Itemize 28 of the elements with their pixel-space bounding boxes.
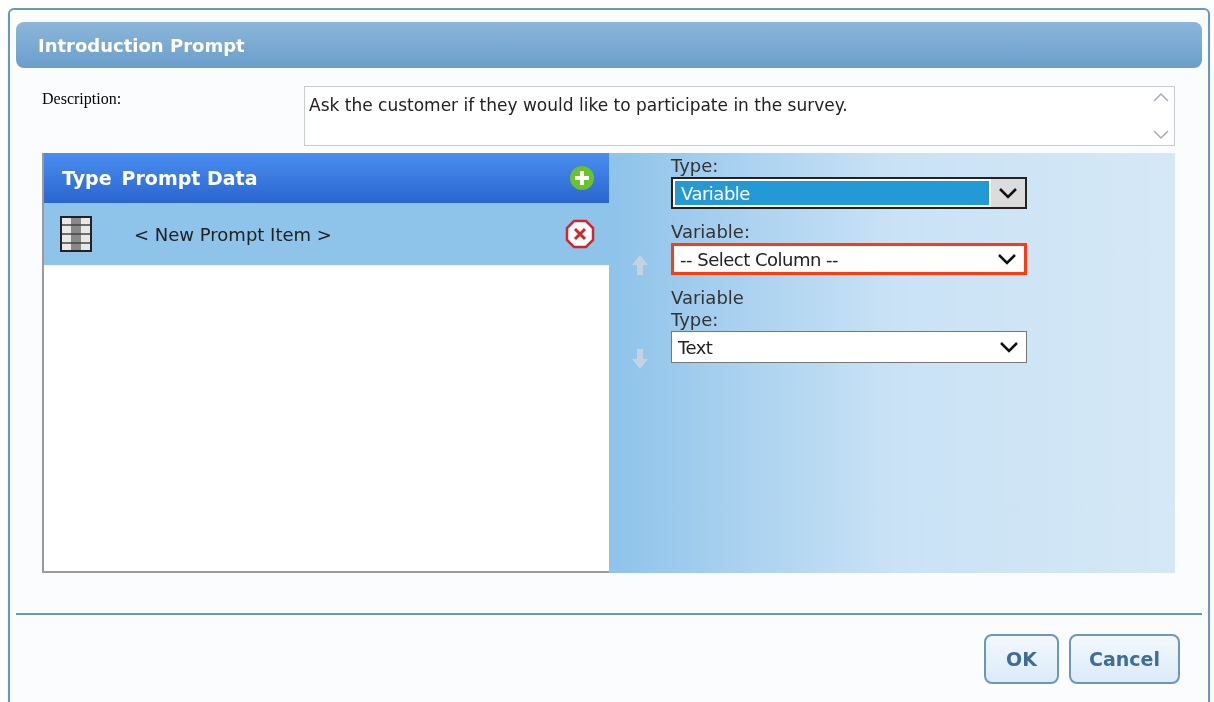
dropdown[interactable]: -- Select Column --	[671, 243, 1027, 275]
item-label: < New Prompt Item >	[134, 222, 333, 247]
field-label: Type:	[671, 155, 720, 177]
dropdown[interactable]: Text	[671, 331, 1027, 363]
down-arrow-icon[interactable]	[630, 347, 650, 371]
add-icon[interactable]	[569, 165, 595, 191]
up-arrow-icon[interactable]	[630, 253, 650, 277]
field-label: Variable:	[671, 221, 751, 243]
dropdown-value: Text	[677, 335, 714, 360]
column-header: Prompt Data	[121, 165, 259, 191]
dialog-button[interactable]: OK	[984, 634, 1060, 684]
chevron-down-icon	[997, 253, 1017, 265]
chevron-down-icon	[998, 187, 1018, 199]
window-title: Introduction Prompt	[38, 33, 245, 58]
chevron-down-icon	[999, 341, 1019, 353]
description-field[interactable]: Ask the customer if they would like to participate in the survey.	[304, 86, 1175, 146]
film-icon	[60, 216, 92, 252]
dropdown-value: -- Select Column --	[679, 247, 840, 272]
delete-icon[interactable]	[565, 219, 595, 249]
column-header: Type	[62, 165, 112, 191]
dialog-button[interactable]: Cancel	[1069, 634, 1180, 684]
description-label: Description:	[42, 89, 123, 110]
description-text: Ask the customer if they would like to participate in the survey.	[308, 94, 849, 117]
field-label: Variable Type:	[671, 287, 745, 331]
prompt-item[interactable]: < New Prompt Item >	[44, 203, 609, 265]
scroll-down-icon[interactable]	[1152, 129, 1170, 141]
scroll-up-icon[interactable]	[1152, 91, 1170, 103]
dropdown-value: Variable	[675, 181, 989, 205]
